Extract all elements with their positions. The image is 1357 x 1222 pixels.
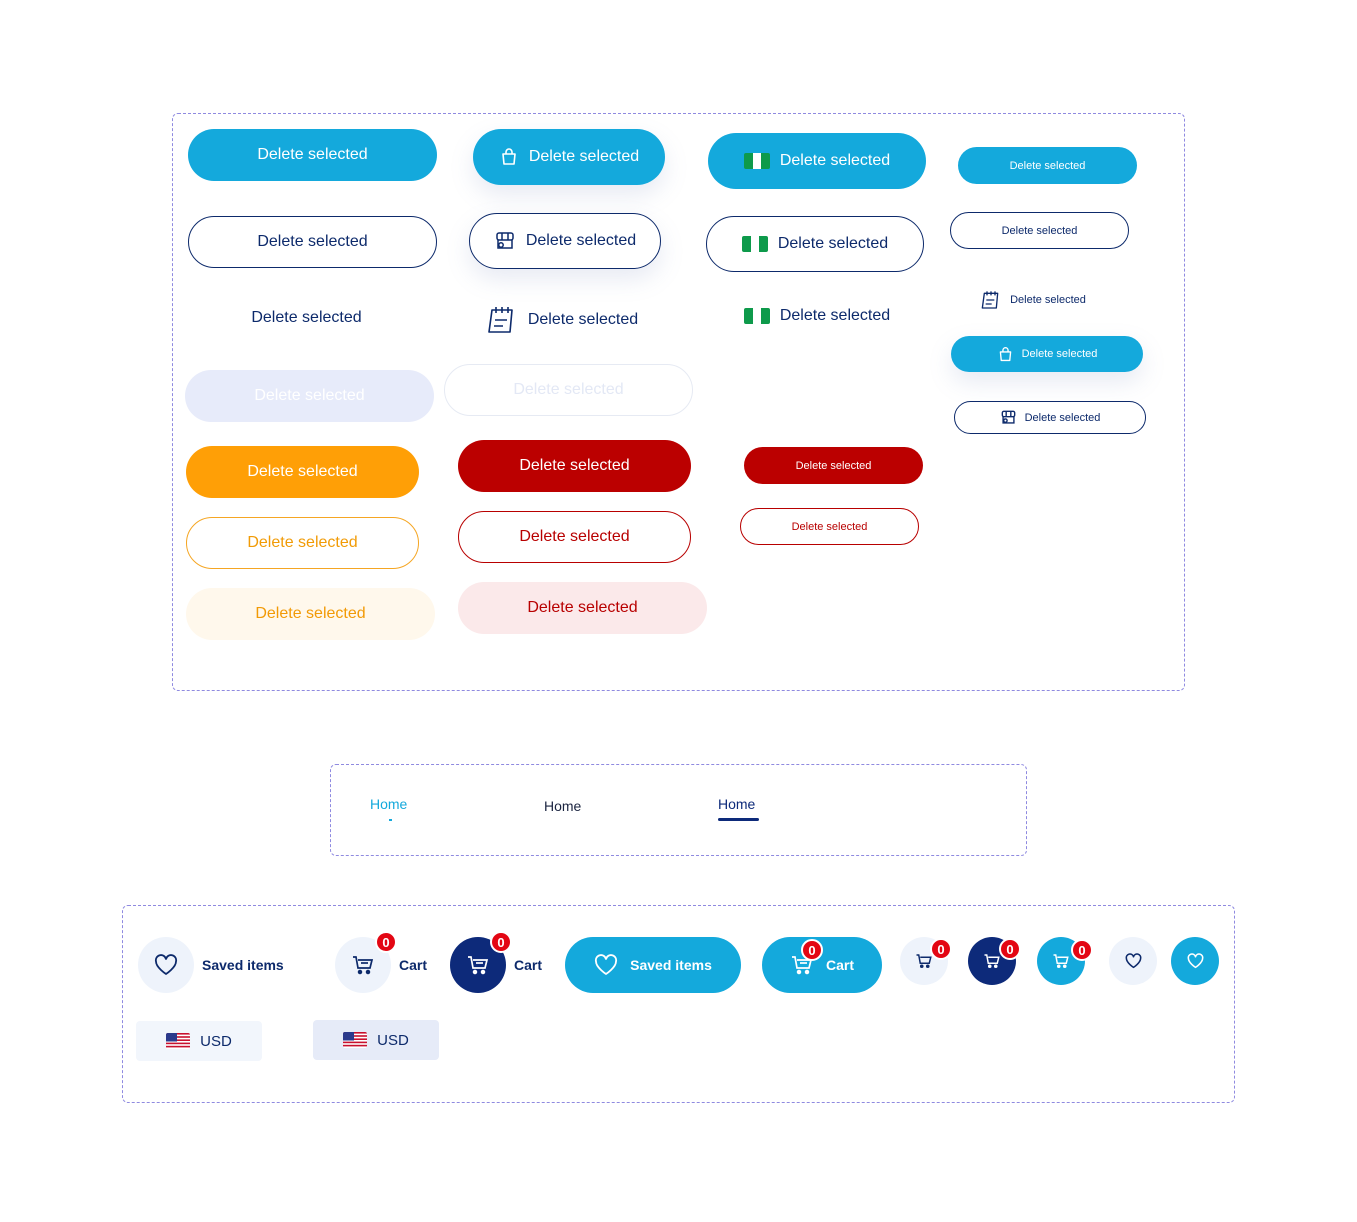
cart-label: Cart — [825, 957, 854, 973]
delete-selected-button-calendar-small[interactable]: Delete selected — [958, 281, 1108, 318]
button-label: Delete selected — [791, 520, 868, 533]
delete-selected-button-outline-small[interactable]: Delete selected — [950, 212, 1129, 249]
delete-selected-button-calendar-icon[interactable]: Delete selected — [466, 294, 658, 346]
tab-home-default[interactable]: Home — [544, 798, 581, 814]
delete-selected-button-flag[interactable]: Delete selected — [708, 133, 926, 189]
button-label: Delete selected — [525, 232, 637, 249]
button-label: Delete selected — [1024, 411, 1101, 424]
button-label: Delete selected — [513, 381, 624, 398]
button-label: Delete selected — [254, 387, 365, 404]
button-label: Delete selected — [1001, 224, 1078, 237]
delete-selected-button-orange[interactable]: Delete selected — [186, 446, 419, 498]
tab-label: Home — [370, 796, 408, 812]
delete-selected-button-text[interactable]: Delete selected — [182, 292, 431, 344]
delete-selected-button-red[interactable]: Delete selected — [458, 440, 691, 492]
delete-selected-button-orange-outline[interactable]: Delete selected — [186, 517, 419, 569]
cart-label: Cart — [514, 957, 543, 973]
currency-selector-hover[interactable]: USD — [313, 1020, 439, 1060]
heart-icon — [154, 954, 178, 976]
cart-icon — [915, 952, 933, 970]
tab-home-active[interactable]: Home — [370, 796, 408, 821]
saved-items-pill-button[interactable]: Saved items — [565, 937, 741, 993]
store-icon — [1000, 409, 1017, 426]
delete-selected-button-flag-outline[interactable]: Delete selected — [706, 216, 924, 272]
delete-selected-button-disabled-outline: Delete selected — [444, 364, 693, 416]
button-label: Delete selected — [519, 457, 630, 474]
delete-selected-button-store-small[interactable]: Delete selected — [954, 401, 1146, 434]
cart-count-badge: 0 — [490, 931, 512, 953]
currency-code: USD — [377, 1031, 409, 1049]
button-label: Delete selected — [257, 146, 368, 163]
cart-icon — [1052, 952, 1070, 970]
button-label: Delete selected — [257, 233, 368, 250]
saved-items-icon-button-light[interactable] — [1109, 937, 1157, 985]
button-label: Delete selected — [1009, 159, 1086, 172]
saved-items-label: Saved items — [630, 957, 712, 973]
delete-selected-button-store-icon[interactable]: Delete selected — [469, 213, 661, 269]
button-label: Delete selected — [779, 307, 891, 324]
heart-icon — [1125, 953, 1142, 969]
store-icon — [494, 230, 516, 252]
us-flag-icon — [343, 1032, 368, 1048]
delete-selected-button-disabled: Delete selected — [185, 370, 434, 422]
delete-selected-button-red-outline[interactable]: Delete selected — [458, 511, 691, 563]
delete-selected-button-primary-small[interactable]: Delete selected — [958, 147, 1137, 184]
delete-selected-button-bag-icon[interactable]: Delete selected — [473, 129, 665, 185]
us-flag-icon — [166, 1033, 191, 1049]
cart-icon — [983, 952, 1001, 970]
delete-selected-button-bag-small[interactable]: Delete selected — [951, 336, 1143, 372]
nav-actions-frame — [122, 905, 1235, 1103]
button-label: Delete selected — [247, 463, 358, 480]
delete-selected-button-flag-text[interactable]: Delete selected — [708, 290, 926, 342]
saved-items-label: Saved items — [202, 957, 284, 973]
button-label: Delete selected — [527, 599, 638, 616]
delete-selected-button-red-outline-small[interactable]: Delete selected — [740, 508, 919, 545]
nigeria-flag-icon — [741, 236, 768, 252]
button-label: Delete selected — [255, 605, 366, 622]
nigeria-flag-icon — [743, 153, 770, 169]
cart-icon — [466, 953, 490, 977]
tab-label: Home — [544, 798, 582, 814]
currency-selector-default[interactable]: USD — [136, 1021, 262, 1061]
cart-count-badge: 0 — [375, 931, 397, 953]
cart-count-badge: 0 — [1071, 939, 1093, 961]
delete-selected-button-orange-soft[interactable]: Delete selected — [186, 588, 435, 640]
button-label: Delete selected — [251, 309, 362, 326]
cart-icon — [351, 953, 375, 977]
tabs-frame — [330, 764, 1027, 856]
button-label: Delete selected — [247, 534, 358, 551]
nigeria-flag-icon — [743, 308, 770, 324]
button-label: Delete selected — [1010, 293, 1086, 306]
shopping-bag-icon — [499, 147, 519, 167]
delete-selected-button-primary[interactable]: Delete selected — [188, 129, 437, 181]
shopping-bag-icon — [997, 346, 1014, 363]
button-label: Delete selected — [527, 311, 639, 328]
heart-icon — [1187, 953, 1204, 969]
calendar-icon — [980, 290, 1002, 310]
heart-icon — [594, 954, 618, 976]
delete-selected-button-red-small[interactable]: Delete selected — [744, 447, 923, 484]
tab-active-dot — [389, 819, 392, 821]
cart-count-badge: 0 — [930, 938, 952, 960]
tab-label: Home — [718, 796, 756, 812]
button-label: Delete selected — [779, 152, 891, 169]
button-label: Delete selected — [519, 528, 630, 545]
calendar-icon — [486, 305, 518, 335]
currency-code: USD — [200, 1032, 232, 1050]
cart-count-badge: 0 — [999, 938, 1021, 960]
tab-underline — [718, 818, 759, 821]
saved-items-button[interactable] — [138, 937, 194, 993]
tab-home-selected[interactable]: Home — [718, 796, 759, 821]
cart-label: Cart — [399, 957, 428, 973]
button-label: Delete selected — [795, 459, 872, 472]
delete-selected-button-outline[interactable]: Delete selected — [188, 216, 437, 268]
button-label: Delete selected — [528, 148, 640, 165]
button-label: Delete selected — [1021, 348, 1098, 360]
cart-count-badge: 0 — [801, 939, 823, 961]
button-label: Delete selected — [777, 235, 889, 252]
saved-items-icon-button-blue[interactable] — [1171, 937, 1219, 985]
delete-selected-button-red-soft[interactable]: Delete selected — [458, 582, 707, 634]
